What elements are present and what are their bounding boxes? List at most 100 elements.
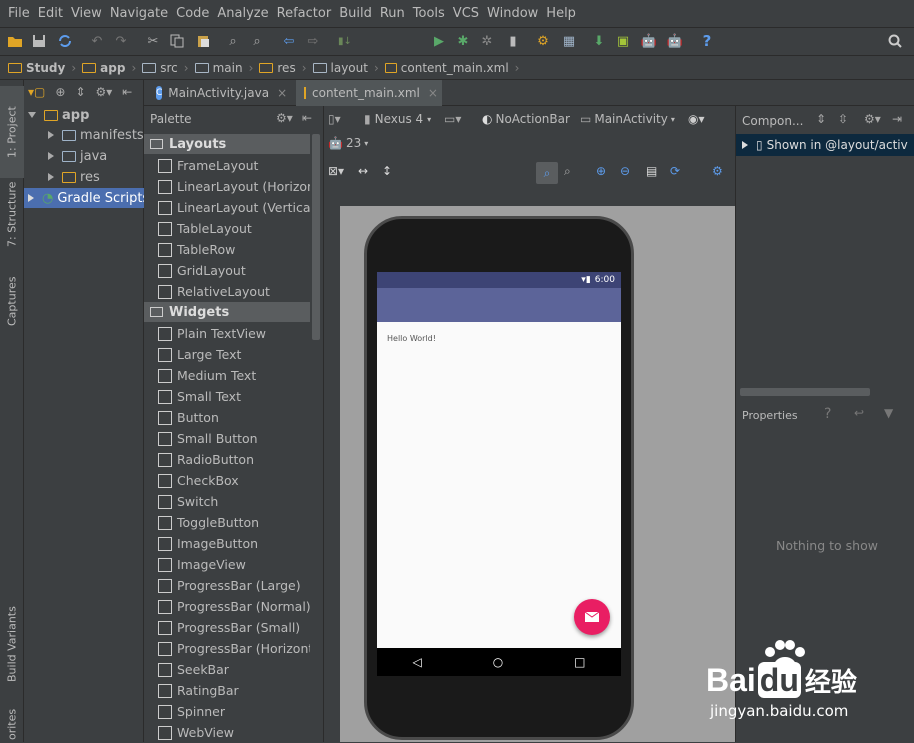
resize-horizontal-icon[interactable]: ↔ xyxy=(358,164,368,178)
palette-group-layouts[interactable]: Layouts xyxy=(144,134,310,154)
hello-world-text[interactable]: Hello World! xyxy=(387,334,436,343)
project-view-icon[interactable]: ▾▢ xyxy=(28,85,45,99)
tab-structure[interactable]: 7: Structure xyxy=(0,174,24,254)
scroll-from-source-icon[interactable]: ⊕ xyxy=(55,85,65,99)
resize-vertical-icon[interactable]: ↕ xyxy=(382,164,392,178)
palette-item[interactable]: RatingBar xyxy=(158,680,310,701)
palette-item[interactable]: SeekBar xyxy=(158,659,310,680)
find-icon[interactable]: ⌕ xyxy=(224,32,242,50)
undo-icon[interactable]: ↶ xyxy=(88,32,106,50)
palette-item[interactable]: ProgressBar (Large) xyxy=(158,575,310,596)
menu-refactor[interactable]: Refactor xyxy=(273,6,336,21)
android-icon-2[interactable]: 🤖 xyxy=(666,32,684,50)
copy-icon[interactable] xyxy=(168,32,186,50)
palette-scrollbar[interactable] xyxy=(312,134,320,340)
palette-item[interactable]: ProgressBar (Small) xyxy=(158,617,310,638)
zoom-actual-icon[interactable]: ⌕ xyxy=(564,164,571,179)
horizontal-scrollbar[interactable] xyxy=(740,388,870,396)
design-settings-gear-icon[interactable]: ⚙ xyxy=(712,164,723,178)
palette-item[interactable]: TableLayout xyxy=(158,218,310,239)
sdk-manager-icon[interactable]: ▦ xyxy=(560,32,578,50)
tree-item-java[interactable]: java xyxy=(48,146,107,166)
palette-item[interactable]: RelativeLayout xyxy=(158,281,310,302)
palette-settings-gear-icon[interactable]: ⚙▾ xyxy=(276,111,293,125)
palette-item[interactable]: ImageButton xyxy=(158,533,310,554)
coverage-icon[interactable]: ✲ xyxy=(478,32,496,50)
api-level-select[interactable]: 🤖 23 ▾ xyxy=(328,136,368,150)
tab-project[interactable]: 1: Project xyxy=(0,86,24,178)
tab-captures[interactable]: Captures xyxy=(0,266,24,336)
palette-item[interactable]: TableRow xyxy=(158,239,310,260)
breadcrumb-file[interactable]: content_main.xml › xyxy=(384,61,519,75)
close-icon[interactable]: × xyxy=(428,86,438,100)
palette-item[interactable]: ToggleButton xyxy=(158,512,310,533)
replace-icon[interactable]: ⌕ xyxy=(248,32,266,50)
breadcrumb-main[interactable]: main › xyxy=(194,61,253,75)
paste-icon[interactable] xyxy=(194,32,212,50)
orientation-icon[interactable]: ▭▾ xyxy=(444,112,461,126)
menu-view[interactable]: View xyxy=(67,6,106,21)
gradle-sync-icon[interactable]: ⬇ xyxy=(590,32,608,50)
avd-manager-icon[interactable]: ▣ xyxy=(614,32,632,50)
activity-select[interactable]: ▭ MainActivity ▾ xyxy=(580,112,675,126)
tree-item-manifests[interactable]: manifests xyxy=(48,125,144,145)
menu-code[interactable]: Code xyxy=(172,6,213,21)
hide-panel-icon[interactable]: ⇤ xyxy=(122,85,132,99)
palette-item[interactable]: GridLayout xyxy=(158,260,310,281)
palette-group-widgets[interactable]: Widgets xyxy=(144,302,310,322)
palette-item[interactable]: WebView xyxy=(158,722,310,743)
menu-window[interactable]: Window xyxy=(483,6,542,21)
hide-panel-icon[interactable]: ⇤ xyxy=(302,111,312,125)
locale-globe-icon[interactable]: ◉▾ xyxy=(688,112,705,126)
palette-item[interactable]: RadioButton xyxy=(158,449,310,470)
refresh-icon[interactable]: ⟳ xyxy=(670,164,680,178)
hide-panel-icon[interactable]: ⇥ xyxy=(892,112,902,126)
tab-content-main[interactable]: content_main.xml × xyxy=(296,80,442,106)
menu-build[interactable]: Build xyxy=(335,6,376,21)
recents-square-icon[interactable]: □ xyxy=(574,655,585,669)
collapse-all-icon[interactable]: ⇕ xyxy=(75,85,85,99)
palette-item[interactable]: Plain TextView xyxy=(158,323,310,344)
search-everywhere-icon[interactable] xyxy=(886,32,904,50)
tab-favorites[interactable]: orites xyxy=(0,706,24,742)
palette-item[interactable]: FrameLayout xyxy=(158,155,310,176)
breadcrumb-res[interactable]: res › xyxy=(259,61,307,75)
restore-default-icon[interactable]: ↩ xyxy=(854,406,864,420)
redo-icon[interactable]: ↷ xyxy=(112,32,130,50)
make-icon[interactable]: ▮↓ xyxy=(336,32,354,50)
forward-icon[interactable]: ⇨ xyxy=(304,32,322,50)
palette-item[interactable]: ProgressBar (Normal) xyxy=(158,596,310,617)
component-settings-gear-icon[interactable]: ⚙▾ xyxy=(864,112,881,126)
palette-item[interactable]: Small Text xyxy=(158,386,310,407)
breadcrumb-layout[interactable]: layout › xyxy=(312,61,379,75)
palette-item[interactable]: LinearLayout (Horizontal) xyxy=(158,176,310,197)
zoom-in-icon[interactable]: ⊕ xyxy=(596,164,606,178)
help-icon[interactable]: ? xyxy=(698,32,716,50)
menu-edit[interactable]: Edit xyxy=(34,6,67,21)
menu-navigate[interactable]: Navigate xyxy=(106,6,172,21)
palette-item[interactable]: Small Button xyxy=(158,428,310,449)
floating-action-button[interactable] xyxy=(574,599,610,635)
menu-run[interactable]: Run xyxy=(376,6,409,21)
app-bar[interactable] xyxy=(377,288,621,322)
theme-select[interactable]: ◐ NoActionBar xyxy=(482,112,570,126)
design-view-icon[interactable]: ▯▾ xyxy=(328,112,341,126)
save-icon[interactable] xyxy=(30,32,48,50)
back-triangle-icon[interactable]: ◁ xyxy=(412,655,421,669)
palette-item[interactable]: LinearLayout (Vertical) xyxy=(158,197,310,218)
palette-item[interactable]: CheckBox xyxy=(158,470,310,491)
palette-item[interactable]: ProgressBar (Horizontal) xyxy=(158,638,310,659)
zoom-to-fit-icon[interactable]: ⌕ xyxy=(536,162,558,184)
breadcrumb-app[interactable]: app › xyxy=(82,61,136,75)
breadcrumb-study[interactable]: Study › xyxy=(8,61,76,75)
palette-item[interactable]: Spinner xyxy=(158,701,310,722)
breadcrumb-src[interactable]: src › xyxy=(142,61,189,75)
attach-debugger-icon[interactable]: ▮ xyxy=(504,32,522,50)
palette-item[interactable]: ImageView xyxy=(158,554,310,575)
filter-icon[interactable]: ▼ xyxy=(884,406,893,420)
palette-item[interactable]: Switch xyxy=(158,491,310,512)
open-folder-icon[interactable] xyxy=(6,32,24,50)
collapse-all-icon[interactable]: ⇳ xyxy=(838,112,848,126)
palette-item[interactable]: Medium Text xyxy=(158,365,310,386)
zoom-out-icon[interactable]: ⊖ xyxy=(620,164,630,178)
